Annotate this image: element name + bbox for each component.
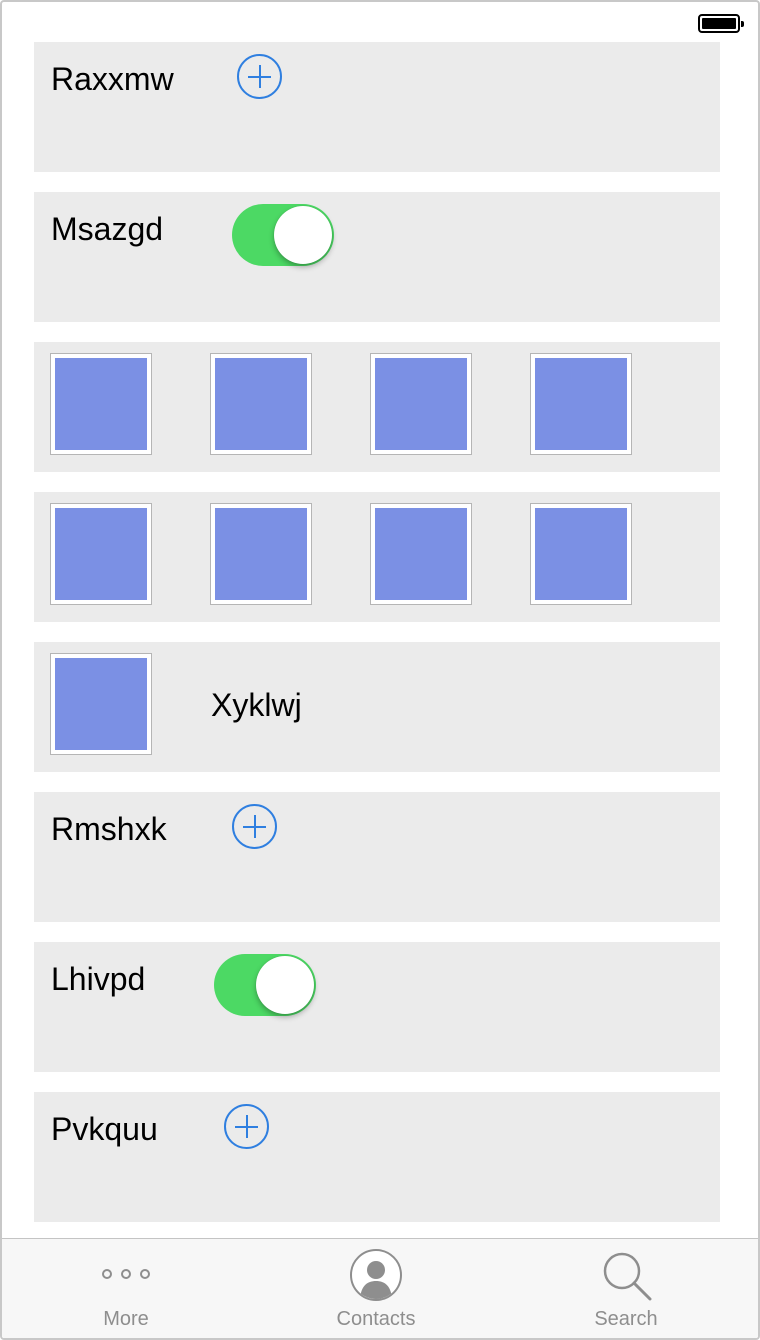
tab-more[interactable]: More: [26, 1239, 226, 1338]
row-label: Rmshxk: [51, 811, 167, 847]
battery-icon: [698, 14, 744, 33]
tab-label: Search: [594, 1308, 658, 1330]
list-row-msazgd: Msazgd: [34, 192, 720, 322]
row-label: Msazgd: [51, 211, 164, 247]
app-screen: Raxxmw Msazgd Xyklwj Rmshxk Lhivpd Pvkqu…: [0, 0, 760, 1340]
image-thumbnail[interactable]: [530, 503, 632, 605]
image-thumbnail[interactable]: [50, 503, 152, 605]
list-row-raxxmw: Raxxmw: [34, 42, 720, 172]
thumbnail-row: [34, 492, 720, 622]
tab-search[interactable]: Search: [526, 1239, 726, 1338]
toggle-switch[interactable]: [232, 204, 334, 266]
image-thumbnail[interactable]: [50, 653, 152, 755]
tab-label: More: [103, 1308, 149, 1330]
contact-avatar-icon: [350, 1249, 402, 1301]
tab-label: Contacts: [336, 1308, 416, 1330]
status-bar: [2, 2, 758, 42]
toggle-knob: [274, 206, 332, 264]
toggle-switch[interactable]: [214, 954, 316, 1016]
list-row-xyklwj[interactable]: Xyklwj: [34, 642, 720, 772]
row-label: Raxxmw: [51, 61, 174, 97]
list-row-rmshxk: Rmshxk: [34, 792, 720, 922]
image-thumbnail[interactable]: [370, 503, 472, 605]
toggle-knob: [256, 956, 314, 1014]
image-thumbnail[interactable]: [50, 353, 152, 455]
magnifier-icon: [603, 1252, 652, 1301]
image-thumbnail[interactable]: [210, 353, 312, 455]
add-button[interactable]: [232, 804, 277, 849]
list-row-pvkquu: Pvkquu: [34, 1092, 720, 1222]
thumbnail-row: [34, 342, 720, 472]
list-row-lhivpd: Lhivpd: [34, 942, 720, 1072]
row-label: Lhivpd: [51, 961, 146, 997]
image-thumbnail[interactable]: [210, 503, 312, 605]
image-thumbnail[interactable]: [530, 353, 632, 455]
tab-bar: More Contacts Search: [2, 1238, 758, 1338]
add-button[interactable]: [224, 1104, 269, 1149]
row-label: Pvkquu: [51, 1111, 158, 1147]
tab-contacts[interactable]: Contacts: [276, 1239, 476, 1338]
image-thumbnail[interactable]: [370, 353, 472, 455]
more-dots-icon: [102, 1269, 152, 1281]
add-button[interactable]: [237, 54, 282, 99]
row-label: Xyklwj: [211, 687, 302, 723]
